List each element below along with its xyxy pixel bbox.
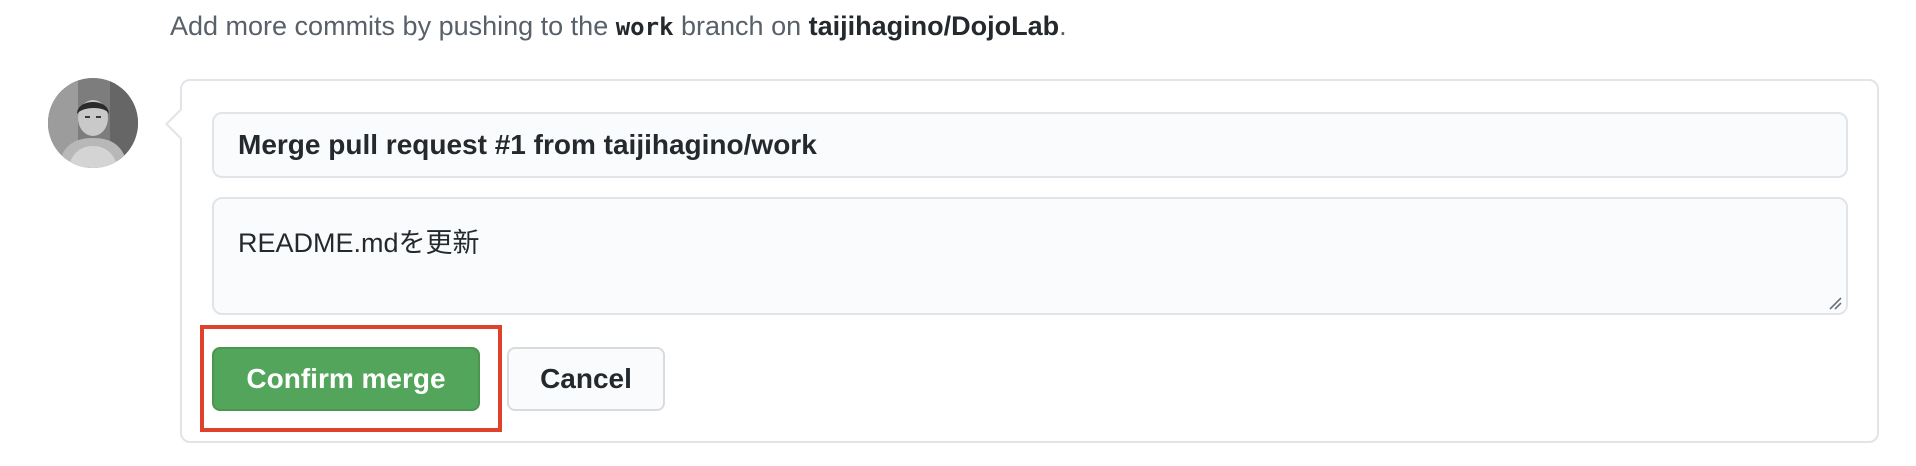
branch-name: work bbox=[615, 13, 674, 41]
avatar[interactable] bbox=[48, 78, 138, 168]
cancel-button[interactable]: Cancel bbox=[507, 347, 665, 411]
merge-hint-text: Add more commits by pushing to the work … bbox=[170, 8, 1067, 45]
repo-link[interactable]: taijihagino/DojoLab bbox=[809, 11, 1060, 41]
resize-grip-icon[interactable] bbox=[1828, 296, 1842, 310]
avatar-image bbox=[48, 78, 138, 168]
comment-box-caret-fill bbox=[168, 110, 182, 138]
commit-message-textarea[interactable]: README.mdを更新 bbox=[212, 197, 1848, 315]
hint-suffix: . bbox=[1059, 11, 1067, 41]
confirm-merge-button[interactable]: Confirm merge bbox=[212, 347, 480, 411]
hint-prefix: Add more commits by pushing to the bbox=[170, 11, 616, 41]
hint-middle: branch on bbox=[673, 11, 809, 41]
commit-title-input[interactable] bbox=[212, 112, 1848, 178]
